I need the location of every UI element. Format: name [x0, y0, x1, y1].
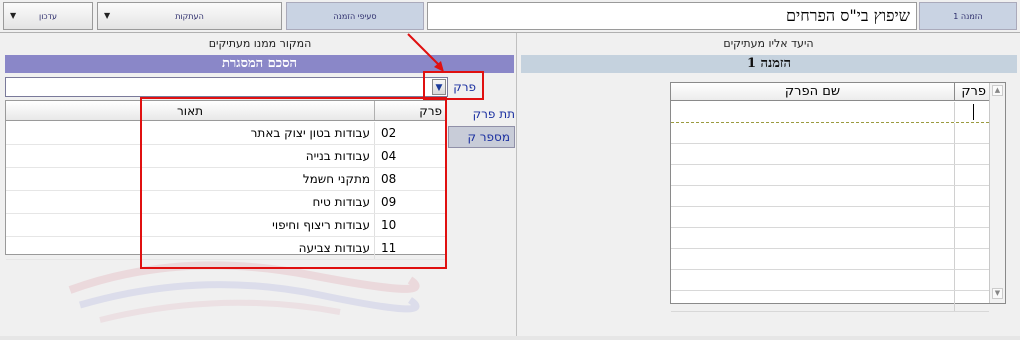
- grid-header: פרק שם הפרק: [671, 83, 989, 101]
- toolbar-divider: [0, 32, 1020, 33]
- project-title-field[interactable]: שיפוץ בי"ס הפרחים: [427, 2, 917, 30]
- text-cursor: [973, 104, 974, 120]
- update-button[interactable]: ▼ עדכון: [3, 2, 93, 30]
- target-sections-grid: פרק שם הפרק ▲ ▼: [670, 82, 1006, 312]
- grid-cell-divider: [954, 123, 955, 143]
- order-sections-tab[interactable]: סעיפי הזמנה: [286, 2, 424, 30]
- annotation-arrow: [407, 33, 444, 72]
- grid-column-section-name[interactable]: שם הפרק: [671, 83, 954, 100]
- grid-row[interactable]: [671, 123, 989, 144]
- grid-cell-divider: [954, 207, 955, 227]
- caret-down-icon: ▼: [10, 11, 17, 20]
- copies-button[interactable]: ▼ העתקות: [97, 2, 282, 30]
- grid-row[interactable]: [671, 186, 989, 207]
- grid-row[interactable]: [671, 228, 989, 249]
- grid-cell-divider: [954, 270, 955, 290]
- grid-rows: [671, 102, 989, 312]
- grid-cell-divider: [954, 291, 955, 311]
- grid-row[interactable]: [671, 165, 989, 186]
- grid-cell-divider: [954, 249, 955, 269]
- grid-row[interactable]: [671, 144, 989, 165]
- scroll-up-icon[interactable]: ▲: [992, 85, 1003, 96]
- grid-column-section[interactable]: פרק: [954, 83, 989, 100]
- caret-down-icon: ▼: [104, 11, 111, 20]
- grid-cell-divider: [954, 165, 955, 185]
- panel-divider: [516, 33, 517, 340]
- target-caption: היעד אליו מעתיקים: [723, 37, 814, 50]
- grid-cell-divider: [954, 186, 955, 206]
- grid-cell-divider: [954, 102, 955, 122]
- scroll-down-icon[interactable]: ▼: [992, 288, 1003, 299]
- sub-section-label: תת פרק: [472, 107, 515, 121]
- grid-cell-divider: [954, 144, 955, 164]
- section-number-button[interactable]: מספר ק: [448, 126, 515, 148]
- target-band-title: הזמנה 1: [521, 55, 1017, 73]
- grid-row[interactable]: [671, 249, 989, 270]
- section-select[interactable]: [5, 77, 448, 97]
- grid-row[interactable]: [671, 270, 989, 291]
- grid-row[interactable]: [671, 102, 989, 123]
- highlight-box-dropdown: [140, 97, 447, 269]
- order-badge: הזמנה 1: [919, 2, 1017, 30]
- grid-scrollbar[interactable]: ▲ ▼: [989, 83, 1005, 303]
- bottom-edge: [0, 336, 1020, 340]
- grid-cell-divider: [954, 228, 955, 248]
- grid-row[interactable]: [671, 207, 989, 228]
- grid-row[interactable]: [671, 291, 989, 312]
